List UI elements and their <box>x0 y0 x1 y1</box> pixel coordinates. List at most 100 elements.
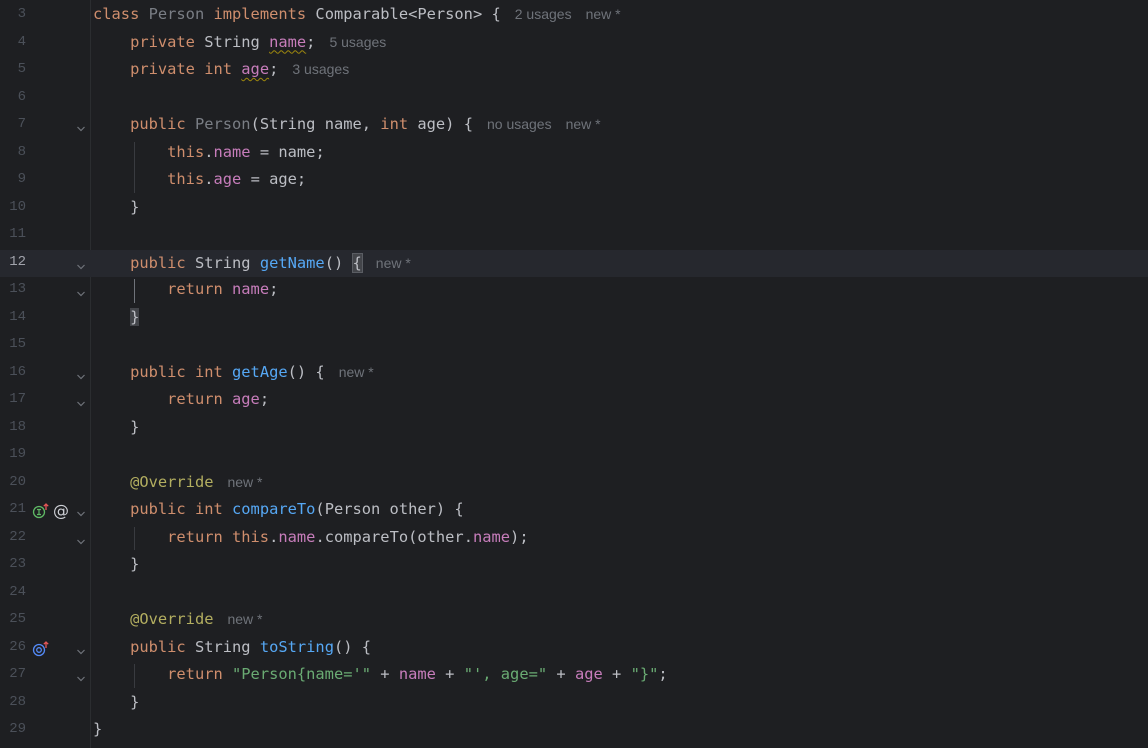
code-text[interactable]: } <box>93 307 140 326</box>
line-number[interactable]: 19 <box>0 446 26 462</box>
code-token: return <box>167 280 233 298</box>
fold-chevron-icon[interactable] <box>76 643 86 654</box>
code-line[interactable]: 25 @Override new * <box>0 607 1148 635</box>
code-text[interactable]: public String getName() {new * <box>93 252 411 273</box>
line-number[interactable]: 20 <box>0 474 26 490</box>
code-line[interactable]: 24 <box>0 580 1148 608</box>
code-text[interactable]: public String toString() { <box>93 638 371 656</box>
line-number[interactable]: 16 <box>0 364 26 380</box>
code-text[interactable]: public int getAge() {new * <box>93 363 374 381</box>
code-text[interactable]: } <box>93 198 139 216</box>
code-line[interactable]: 12 public String getName() {new * <box>0 249 1148 277</box>
code-line[interactable]: 6 <box>0 85 1148 113</box>
line-number[interactable]: 26 <box>0 639 26 655</box>
code-text[interactable]: return this.name.compareTo(other.name); <box>93 528 528 546</box>
code-line[interactable]: 9 this.age = age; <box>0 167 1148 195</box>
code-line[interactable]: 29} <box>0 717 1148 745</box>
code-text[interactable]: return "Person{name='" + name + "', age=… <box>93 665 668 683</box>
code-text[interactable]: @Override new * <box>93 610 262 628</box>
line-number[interactable]: 23 <box>0 556 26 572</box>
code-line[interactable]: 28 } <box>0 690 1148 718</box>
line-number[interactable]: 25 <box>0 611 26 627</box>
code-line[interactable]: 18 } <box>0 415 1148 443</box>
usages-inlay-hint[interactable]: no usages <box>473 116 552 132</box>
code-line[interactable]: 14 } <box>0 305 1148 333</box>
fold-chevron-icon[interactable] <box>76 120 86 132</box>
line-number[interactable]: 12 <box>0 254 26 270</box>
code-text[interactable]: this.name = name; <box>93 143 325 161</box>
code-line[interactable]: 21 @ public int compareTo(Person other) { <box>0 497 1148 525</box>
fold-chevron-icon[interactable] <box>76 258 86 269</box>
fold-chevron-icon[interactable] <box>76 533 86 544</box>
line-number[interactable]: 22 <box>0 529 26 545</box>
line-number[interactable]: 11 <box>0 226 26 242</box>
code-line[interactable]: 8 this.name = name; <box>0 140 1148 168</box>
line-number[interactable]: 24 <box>0 584 26 600</box>
line-number[interactable]: 17 <box>0 391 26 407</box>
code-line[interactable]: 22 return this.name.compareTo(other.name… <box>0 525 1148 553</box>
code-line[interactable]: 13 return name; <box>0 277 1148 305</box>
code-line[interactable]: 26 public String toString() { <box>0 635 1148 663</box>
author-inlay-hint[interactable]: new * <box>213 611 262 627</box>
code-line[interactable]: 19 <box>0 442 1148 470</box>
code-line[interactable]: 15 <box>0 332 1148 360</box>
usages-inlay-hint[interactable]: 3 usages <box>278 61 349 77</box>
code-line[interactable]: 11 <box>0 222 1148 250</box>
code-line[interactable]: 3 class Person implements Comparable<Pers… <box>0 2 1148 30</box>
line-number[interactable]: 27 <box>0 666 26 682</box>
fold-chevron-icon[interactable] <box>76 505 86 517</box>
line-number[interactable]: 15 <box>0 336 26 352</box>
line-number[interactable]: 8 <box>0 144 26 160</box>
fold-chevron-icon[interactable] <box>76 670 86 682</box>
fold-chevron-icon[interactable] <box>76 395 86 407</box>
line-number[interactable]: 3 <box>0 6 26 22</box>
author-inlay-hint[interactable]: new * <box>572 6 621 22</box>
code-editor[interactable]: 3 class Person implements Comparable<Pers… <box>0 0 1148 748</box>
line-number[interactable]: 14 <box>0 309 26 325</box>
line-number[interactable]: 9 <box>0 171 26 187</box>
author-inlay-hint[interactable]: new * <box>325 364 374 380</box>
code-text[interactable]: } <box>93 720 102 738</box>
line-number[interactable]: 7 <box>0 116 26 132</box>
code-text[interactable]: this.age = age; <box>93 170 306 188</box>
code-text[interactable]: return age; <box>93 390 269 408</box>
code-text[interactable]: @Override new * <box>93 473 262 491</box>
code-line[interactable]: 5 private int age; 3 usages <box>0 57 1148 85</box>
line-number[interactable]: 18 <box>0 419 26 435</box>
code-text[interactable]: } <box>93 693 139 711</box>
code-text[interactable]: } <box>93 555 139 573</box>
line-number[interactable]: 5 <box>0 61 26 77</box>
line-number[interactable]: 28 <box>0 694 26 710</box>
code-line[interactable]: 7 public Person(String name, int age) {n… <box>0 112 1148 140</box>
line-number[interactable]: 13 <box>0 281 26 297</box>
line-number[interactable]: 6 <box>0 89 26 105</box>
code-text[interactable]: public int compareTo(Person other) { <box>93 500 464 518</box>
fold-chevron-icon[interactable] <box>76 285 86 297</box>
overrides-method-icon[interactable] <box>32 640 50 662</box>
code-text[interactable]: private int age; 3 usages <box>93 60 349 78</box>
code-line[interactable]: 20 @Override new * <box>0 470 1148 498</box>
fold-chevron-icon[interactable] <box>76 368 86 379</box>
code-line[interactable]: 27 return "Person{name='" + name + "', a… <box>0 662 1148 690</box>
code-line[interactable]: 16 public int getAge() {new * <box>0 360 1148 388</box>
code-line[interactable]: 10 } <box>0 195 1148 223</box>
author-inlay-hint[interactable]: new * <box>213 474 262 490</box>
line-number[interactable]: 4 <box>0 34 26 50</box>
usages-inlay-hint[interactable]: 5 usages <box>315 34 386 50</box>
author-inlay-hint[interactable]: new * <box>362 255 411 271</box>
code-line[interactable]: 4 private String name; 5 usages <box>0 30 1148 58</box>
line-number[interactable]: 29 <box>0 721 26 737</box>
code-text[interactable]: public Person(String name, int age) {no … <box>93 115 601 133</box>
implements-method-icon[interactable] <box>32 502 50 524</box>
code-text[interactable]: class Person implements Comparable<Perso… <box>93 5 621 23</box>
code-line[interactable]: 23 } <box>0 552 1148 580</box>
code-text[interactable]: private String name; 5 usages <box>93 33 386 51</box>
line-number[interactable]: 21 <box>0 501 26 517</box>
code-text[interactable]: } <box>93 418 139 436</box>
line-number[interactable]: 10 <box>0 199 26 215</box>
usages-inlay-hint[interactable]: 2 usages <box>501 6 572 22</box>
author-inlay-hint[interactable]: new * <box>552 116 601 132</box>
code-line[interactable]: 17 return age; <box>0 387 1148 415</box>
code-text[interactable]: return name; <box>93 280 278 298</box>
annotation-icon[interactable]: @ <box>52 501 70 524</box>
